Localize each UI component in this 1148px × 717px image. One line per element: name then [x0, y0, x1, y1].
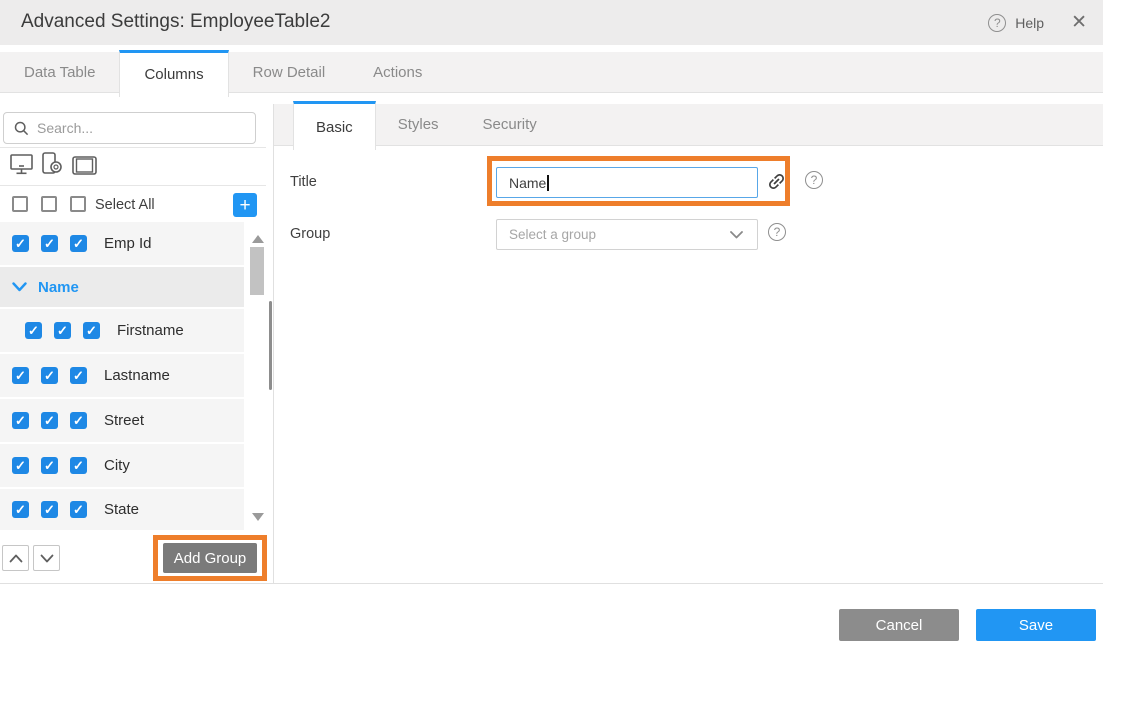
column-label: Lastname [104, 367, 170, 384]
column-group-name[interactable]: Name [0, 267, 244, 307]
tab-actions[interactable]: Actions [349, 52, 446, 93]
checkbox-checked[interactable]: ✓ [70, 501, 87, 518]
checkbox-checked[interactable]: ✓ [41, 412, 58, 429]
column-row-firstname[interactable]: ✓ ✓ ✓ Firstname [0, 309, 244, 352]
detail-tabstrip: Basic Styles Security [274, 104, 1103, 146]
checkbox-checked[interactable]: ✓ [54, 322, 71, 339]
tab-basic[interactable]: Basic [293, 101, 376, 150]
checkbox-checked[interactable]: ✓ [12, 501, 29, 518]
cancel-button[interactable]: Cancel [839, 609, 959, 641]
title-help-icon[interactable]: ? [805, 171, 823, 189]
column-row-emp-id[interactable]: ✓ ✓ ✓ Emp Id [0, 222, 244, 265]
column-row-street[interactable]: ✓ ✓ ✓ Street [0, 399, 244, 442]
checkbox-checked[interactable]: ✓ [70, 412, 87, 429]
add-column-button[interactable]: + [233, 193, 257, 217]
column-label: City [104, 457, 130, 474]
help-icon[interactable]: ? [988, 14, 1006, 32]
tab-data-table[interactable]: Data Table [0, 52, 119, 93]
tablet-icon [72, 156, 97, 175]
title-input[interactable]: Name [496, 167, 758, 198]
main-tabstrip: Data Table Columns Row Detail Actions [0, 52, 1103, 93]
column-search [3, 112, 256, 144]
footer-divider [0, 583, 1103, 584]
device-filter-icons [10, 152, 97, 175]
chevron-up-icon [9, 554, 23, 563]
chevron-down-icon [730, 231, 743, 239]
chevron-down-icon [40, 554, 54, 563]
tab-styles[interactable]: Styles [376, 104, 461, 146]
column-row-state[interactable]: ✓ ✓ ✓ State [0, 489, 244, 530]
checkbox-checked[interactable]: ✓ [12, 235, 29, 252]
checkbox-checked[interactable]: ✓ [25, 322, 42, 339]
checkbox-checked[interactable]: ✓ [12, 412, 29, 429]
title-input-value: Name [509, 175, 546, 191]
checkbox-checked[interactable]: ✓ [12, 457, 29, 474]
move-down-button[interactable] [33, 545, 60, 571]
desktop-icon [10, 154, 33, 175]
dialog-title: Advanced Settings: EmployeeTable2 [21, 11, 330, 33]
group-help-icon[interactable]: ? [768, 223, 786, 241]
scroll-down-icon[interactable] [252, 513, 264, 521]
column-label: State [104, 501, 139, 518]
mobile-icon [42, 152, 63, 175]
tab-row-detail[interactable]: Row Detail [229, 52, 350, 93]
advanced-settings-dialog: Advanced Settings: EmployeeTable2 ? Help… [0, 0, 1103, 660]
column-row-city[interactable]: ✓ ✓ ✓ City [0, 444, 244, 487]
group-field-label: Group [290, 226, 330, 242]
panel-divider [273, 104, 274, 583]
column-label: Emp Id [104, 235, 152, 252]
column-label: Firstname [117, 322, 184, 339]
help-link[interactable]: Help [1015, 15, 1044, 31]
column-row-lastname[interactable]: ✓ ✓ ✓ Lastname [0, 354, 244, 397]
tab-columns[interactable]: Columns [119, 50, 228, 97]
select-all-tablet-checkbox[interactable] [70, 196, 86, 212]
scroll-up-icon[interactable] [252, 235, 264, 243]
divider [0, 147, 266, 148]
list-scrollbar-thumb[interactable] [250, 247, 264, 295]
group-select[interactable]: Select a group [496, 219, 758, 250]
select-all-row: Select All + [0, 190, 266, 222]
search-input[interactable] [37, 120, 255, 136]
checkbox-checked[interactable]: ✓ [70, 235, 87, 252]
select-all-mobile-checkbox[interactable] [41, 196, 57, 212]
title-field-label: Title [290, 174, 317, 190]
panel-scrollbar-thumb[interactable] [269, 301, 272, 390]
divider [0, 185, 266, 186]
move-up-button[interactable] [2, 545, 29, 571]
group-select-placeholder: Select a group [509, 227, 730, 242]
close-icon[interactable]: ✕ [1071, 13, 1087, 32]
checkbox-checked[interactable]: ✓ [41, 501, 58, 518]
checkbox-checked[interactable]: ✓ [41, 235, 58, 252]
select-all-label: Select All [95, 197, 155, 213]
search-icon [14, 121, 29, 136]
tab-security[interactable]: Security [461, 104, 559, 146]
dialog-header: Advanced Settings: EmployeeTable2 ? Help… [0, 0, 1103, 45]
checkbox-checked[interactable]: ✓ [41, 457, 58, 474]
checkbox-checked[interactable]: ✓ [70, 367, 87, 384]
save-button[interactable]: Save [976, 609, 1096, 641]
column-label: Street [104, 412, 144, 429]
column-list: ✓ ✓ ✓ Emp Id Name ✓ ✓ ✓ Firstname ✓ ✓ ✓ … [0, 222, 244, 530]
checkbox-checked[interactable]: ✓ [12, 367, 29, 384]
group-label: Name [38, 279, 79, 296]
text-caret [547, 175, 549, 191]
chevron-down-icon [12, 282, 27, 292]
checkbox-checked[interactable]: ✓ [70, 457, 87, 474]
checkbox-checked[interactable]: ✓ [83, 322, 100, 339]
select-all-desktop-checkbox[interactable] [12, 196, 28, 212]
checkbox-checked[interactable]: ✓ [41, 367, 58, 384]
add-group-button[interactable]: Add Group [163, 543, 257, 573]
link-icon[interactable] [766, 171, 787, 192]
